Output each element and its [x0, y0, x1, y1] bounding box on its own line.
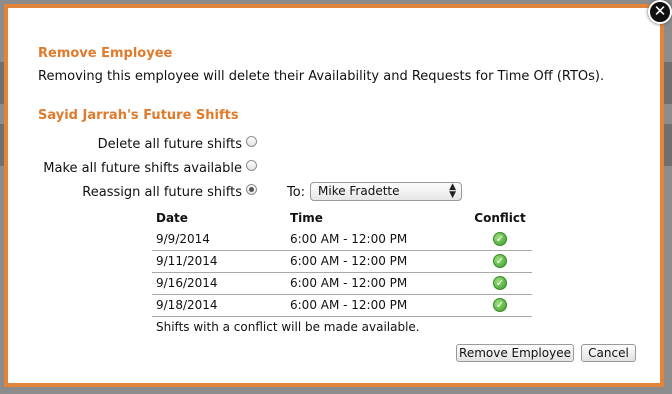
future-shifts-table: Date Time Conflict 9/9/2014 6:00 AM - 12…	[152, 209, 532, 317]
remove-employee-heading: Remove Employee	[38, 46, 173, 61]
shift-time: 6:00 AM - 12:00 PM	[286, 250, 468, 273]
shift-date: 9/16/2014	[152, 272, 286, 295]
option-available-radio[interactable]	[246, 160, 257, 171]
check-circle-icon: ✓	[493, 232, 507, 247]
option-delete-label: Delete all future shifts	[97, 137, 242, 152]
shift-date: 9/9/2014	[152, 229, 286, 251]
shift-time: 6:00 AM - 12:00 PM	[286, 229, 468, 251]
table-header-row: Date Time Conflict	[152, 209, 532, 229]
remove-employee-dialog: Remove Employee Removing this employee w…	[4, 4, 664, 387]
column-header-date: Date	[156, 211, 188, 225]
table-row: 9/9/2014 6:00 AM - 12:00 PM ✓	[152, 229, 532, 251]
table-row: 9/11/2014 6:00 AM - 12:00 PM ✓	[152, 250, 532, 273]
shift-time: 6:00 AM - 12:00 PM	[286, 272, 468, 295]
close-icon[interactable]: ✕	[648, 0, 672, 24]
conflict-cell: ✓	[468, 250, 532, 273]
conflict-cell: ✓	[468, 272, 532, 295]
conflict-cell: ✓	[468, 229, 532, 251]
column-header-time: Time	[290, 211, 323, 225]
backdrop-strip	[664, 124, 672, 166]
reassign-to-label: To:	[287, 185, 306, 200]
check-circle-icon: ✓	[493, 254, 507, 269]
check-circle-icon: ✓	[493, 276, 507, 291]
column-header-conflict: Conflict	[474, 211, 526, 225]
cancel-button[interactable]: Cancel	[581, 344, 636, 362]
shift-date: 9/11/2014	[152, 250, 286, 273]
backdrop-strip	[664, 62, 672, 104]
table-row: 9/16/2014 6:00 AM - 12:00 PM ✓	[152, 272, 532, 295]
remove-employee-button[interactable]: Remove Employee	[456, 344, 574, 362]
reassign-employee-select[interactable]: Mike Fradette ▲ ▼	[310, 182, 462, 201]
shift-date: 9/18/2014	[152, 294, 286, 317]
table-row: 9/18/2014 6:00 AM - 12:00 PM ✓	[152, 294, 532, 317]
conflict-note: Shifts with a conflict will be made avai…	[156, 320, 420, 334]
option-delete-radio[interactable]	[246, 136, 257, 147]
check-circle-icon: ✓	[493, 298, 507, 313]
future-shifts-heading: Sayid Jarrah's Future Shifts	[38, 108, 239, 123]
shift-time: 6:00 AM - 12:00 PM	[286, 294, 468, 317]
option-reassign-label: Reassign all future shifts	[82, 185, 242, 200]
option-available-label: Make all future shifts available	[43, 161, 242, 176]
option-reassign-radio[interactable]	[246, 184, 257, 195]
reassign-employee-value: Mike Fradette	[318, 184, 400, 198]
conflict-cell: ✓	[468, 294, 532, 317]
remove-employee-description: Removing this employee will delete their…	[38, 69, 605, 84]
select-arrows-icon: ▲ ▼	[449, 182, 456, 200]
